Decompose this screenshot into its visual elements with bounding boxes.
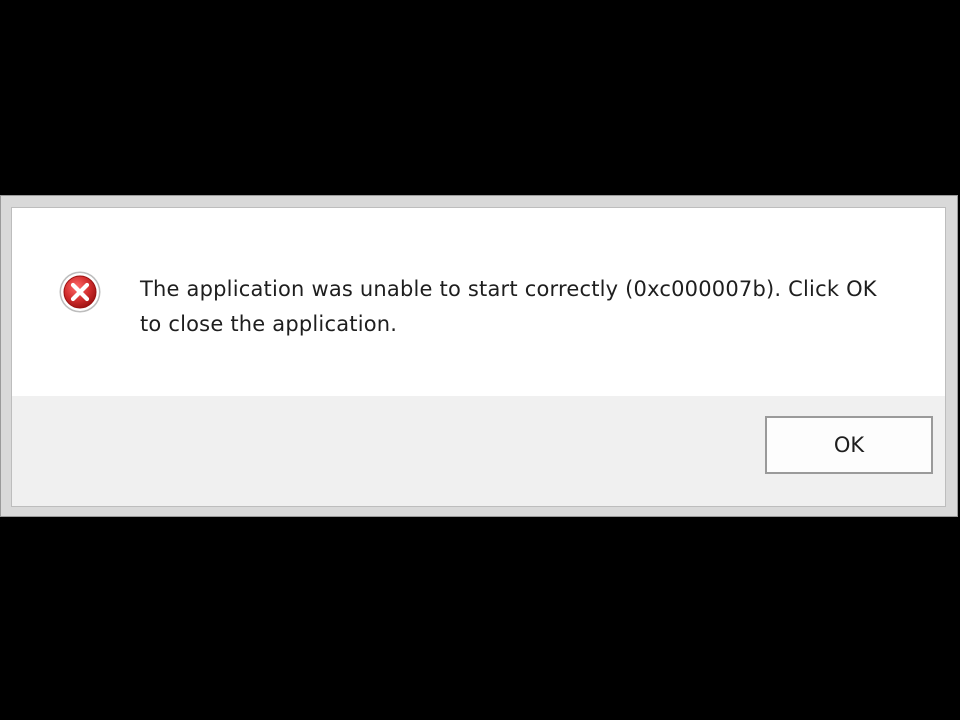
dialog-footer: OK (12, 396, 945, 506)
ok-button[interactable]: OK (765, 416, 933, 474)
error-dialog: The application was unable to start corr… (11, 207, 946, 507)
error-message: The application was unable to start corr… (140, 272, 900, 342)
error-message-line-1: The application was unable to start corr… (140, 277, 877, 301)
dialog-frame: The application was unable to start corr… (0, 195, 958, 517)
error-message-line-2: to close the application. (140, 312, 398, 336)
error-icon (58, 270, 102, 314)
dialog-content: The application was unable to start corr… (12, 208, 945, 396)
